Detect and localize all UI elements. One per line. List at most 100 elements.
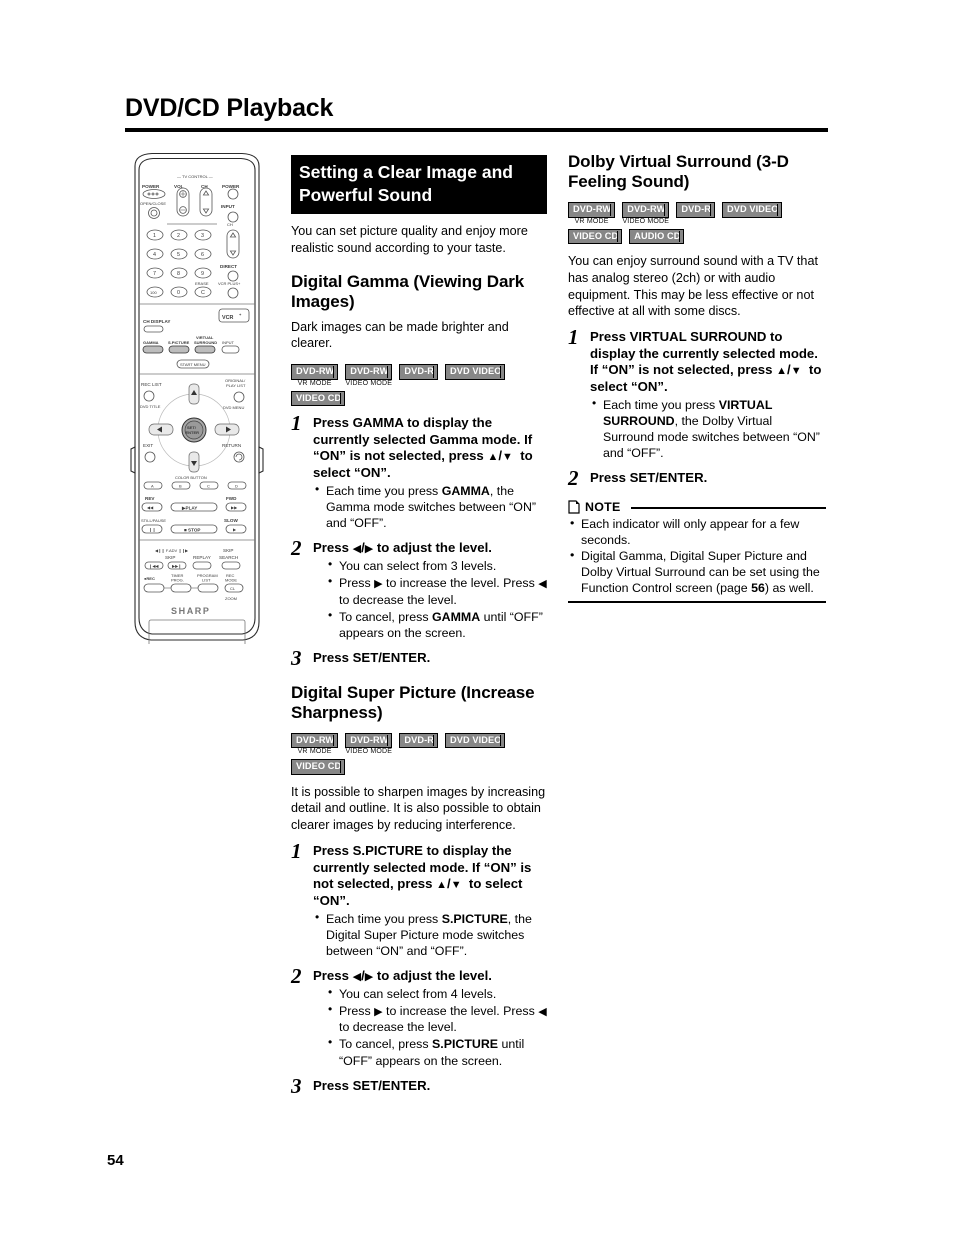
disc-badge: DVD-R bbox=[399, 730, 438, 749]
svg-text:VCR: VCR bbox=[222, 315, 233, 321]
remote-label-skip2: SKIP bbox=[223, 548, 233, 553]
disc-badge: DVD-RW VIDEO MODE bbox=[622, 199, 670, 225]
disc-badge-label: DVD-R bbox=[676, 202, 715, 218]
remote-label-slow: SLOW bbox=[224, 518, 238, 523]
step-bullets: Each time you press S.PICTURE, the Digit… bbox=[313, 910, 547, 959]
remote-label-erase: ERASE bbox=[195, 281, 209, 286]
step-bullet: Press ▶ to increase the level. Press ◀ t… bbox=[326, 574, 547, 607]
disc-badge-sub: VIDEO MODE bbox=[345, 748, 393, 756]
super-picture-steps: 1 Press S.PICTURE to display the currentl… bbox=[291, 839, 547, 1098]
svg-text:0: 0 bbox=[177, 290, 180, 296]
disc-badge-label: DVD-RW bbox=[622, 202, 670, 218]
title-divider bbox=[125, 128, 828, 132]
remote-label-mode: MODE bbox=[225, 578, 237, 583]
remote-label-tv-control: — TV CONTROL — bbox=[177, 174, 213, 179]
step-number: 1 bbox=[291, 838, 302, 863]
remote-label-input-top: INPUT bbox=[221, 204, 235, 209]
remote-label-zoom: ZOOM bbox=[225, 596, 237, 601]
disc-badge: VIDEO CD bbox=[568, 226, 623, 245]
page-title: DVD/CD Playback bbox=[125, 94, 334, 122]
svg-text:100: 100 bbox=[150, 290, 157, 295]
remote-numeric-keypad: 1 2 3 4 5 6 7 8 9 100 0 C bbox=[146, 229, 212, 298]
step-bullets: Each time you press GAMMA, the Gamma mod… bbox=[313, 482, 547, 531]
svg-text:❙❙: ❙❙ bbox=[149, 527, 156, 532]
svg-text:1: 1 bbox=[153, 233, 156, 239]
disc-badge: DVD-RW VIDEO MODE bbox=[345, 361, 393, 387]
intro-paragraph: You can set picture quality and enjoy mo… bbox=[291, 224, 528, 255]
disc-badge-label: VIDEO CD bbox=[568, 228, 623, 245]
page-number: 54 bbox=[107, 1152, 124, 1169]
remote-label-dvd-menu: DVD MENU bbox=[223, 405, 244, 410]
remote-label-ch-right: CH bbox=[227, 222, 233, 227]
instruction-step: 2 Press ◀/▶ to adjust the level.You can s… bbox=[291, 964, 547, 1069]
middle-column: Setting a Clear Image and Powerful Sound… bbox=[291, 155, 547, 1103]
remote-label-fwd: FWD bbox=[226, 496, 237, 501]
remote-label-color-button: COLOR BUTTON bbox=[175, 475, 207, 480]
step-text: Press GAMMA to display the currently sel… bbox=[313, 415, 533, 481]
svg-text:5: 5 bbox=[177, 252, 180, 258]
remote-label-f-adv: ◀❙❙ F.ADV ❙❙▶ bbox=[155, 548, 189, 553]
instruction-step: 1 Press GAMMA to display the currently se… bbox=[291, 411, 547, 531]
step-bullet: You can select from 4 levels. bbox=[326, 985, 547, 1002]
remote-label-gamma: GAMMA bbox=[143, 340, 159, 345]
step-text: Press VIRTUAL SURROUND to display the cu… bbox=[590, 329, 822, 395]
step-bullet: Each time you press VIRTUAL SURROUND, th… bbox=[590, 396, 826, 462]
disc-badge: AUDIO CD bbox=[629, 226, 685, 245]
disc-badge-label: DVD VIDEO bbox=[722, 202, 783, 218]
disc-badge-label: DVD VIDEO bbox=[445, 364, 506, 380]
svg-text:❙◀◀: ❙◀◀ bbox=[149, 564, 159, 569]
disc-badge-label: DVD-R bbox=[399, 732, 438, 749]
step-text: Press ◀/▶ to adjust the level. bbox=[313, 968, 492, 984]
step-number: 3 bbox=[291, 645, 302, 670]
svg-text:4: 4 bbox=[153, 252, 156, 258]
step-bullets: You can select from 3 levels.Press ▶ to … bbox=[326, 557, 547, 641]
step-bullet: Each time you press S.PICTURE, the Digit… bbox=[313, 910, 547, 959]
svg-text:C: C bbox=[201, 290, 205, 296]
remote-control-illustration: .o{fill:none;stroke:#2b2b2b;stroke-width… bbox=[127, 152, 267, 644]
disc-badge-label: AUDIO CD bbox=[629, 228, 685, 245]
note-page-icon bbox=[568, 500, 580, 514]
step-bullets: You can select from 4 levels.Press ▶ to … bbox=[326, 985, 547, 1069]
remote-label-dvd-title: DVD TITLE bbox=[140, 404, 161, 409]
note-label: NOTE bbox=[585, 499, 621, 514]
surround-steps: 1 Press VIRTUAL SURROUND to display the c… bbox=[568, 325, 826, 490]
heading-digital-super-picture: Digital Super Picture (Increase Sharpnes… bbox=[291, 682, 535, 722]
section-banner: Setting a Clear Image and Powerful Sound bbox=[291, 155, 547, 215]
step-bullet: You can select from 3 levels. bbox=[326, 557, 547, 574]
step-bullet: To cancel, press S.PICTURE until “OFF” a… bbox=[326, 1035, 547, 1068]
step-number: 2 bbox=[291, 536, 302, 561]
remote-label-direct: DIRECT bbox=[220, 264, 237, 269]
gamma-intro: Dark images can be made brighter and cle… bbox=[291, 319, 509, 351]
right-column: Dolby Virtual Surround (3-D Feeling Soun… bbox=[568, 152, 826, 603]
remote-label-still-pause: STILL/PAUSE bbox=[141, 518, 166, 523]
svg-text:A: A bbox=[151, 484, 154, 489]
disc-badge: DVD VIDEO bbox=[445, 361, 506, 380]
disc-badge-label: DVD-RW bbox=[291, 364, 339, 380]
disc-badge-label: DVD VIDEO bbox=[445, 732, 506, 749]
disc-badge-sub: VR MODE bbox=[297, 748, 332, 756]
disc-badge-label: VIDEO CD bbox=[291, 390, 346, 407]
note-block: NOTE Each indicator will only appear for… bbox=[568, 500, 826, 603]
disc-badge-label: VIDEO CD bbox=[291, 759, 346, 775]
disc-badge: DVD-RW VIDEO MODE bbox=[345, 730, 393, 756]
svg-text:▶▶❙: ▶▶❙ bbox=[172, 564, 182, 569]
gamma-disc-badges: DVD-RW VR MODE DVD-RW VIDEO MODE DVD-R DVD VI… bbox=[291, 361, 547, 407]
svg-text:7: 7 bbox=[153, 271, 156, 277]
step-bullets: Each time you press VIRTUAL SURROUND, th… bbox=[590, 396, 826, 462]
step-number: 1 bbox=[568, 325, 579, 350]
remote-brand: SHARP bbox=[171, 606, 211, 616]
svg-text:2: 2 bbox=[177, 233, 180, 239]
remote-label-replay: REPLAY bbox=[193, 555, 211, 560]
svg-text:■ STOP: ■ STOP bbox=[184, 527, 200, 532]
remote-button-virtual-surround bbox=[194, 345, 216, 354]
disc-badge: DVD-RW VR MODE bbox=[568, 199, 616, 225]
step-bullet: Each time you press GAMMA, the Gamma mod… bbox=[313, 482, 547, 531]
disc-badge: DVD-R bbox=[399, 361, 438, 380]
remote-label-start-menu: START MENU bbox=[180, 362, 206, 367]
heading-digital-gamma: Digital Gamma (Viewing Dark Images) bbox=[291, 271, 525, 311]
remote-label-return: RETURN bbox=[222, 443, 241, 448]
instruction-step: 1 Press VIRTUAL SURROUND to display the c… bbox=[568, 325, 826, 462]
disc-badge: VIDEO CD bbox=[291, 756, 346, 775]
note-item: Digital Gamma, Digital Super Picture and… bbox=[568, 547, 826, 596]
step-bullet: Press ▶ to increase the level. Press ◀ t… bbox=[326, 1002, 547, 1035]
